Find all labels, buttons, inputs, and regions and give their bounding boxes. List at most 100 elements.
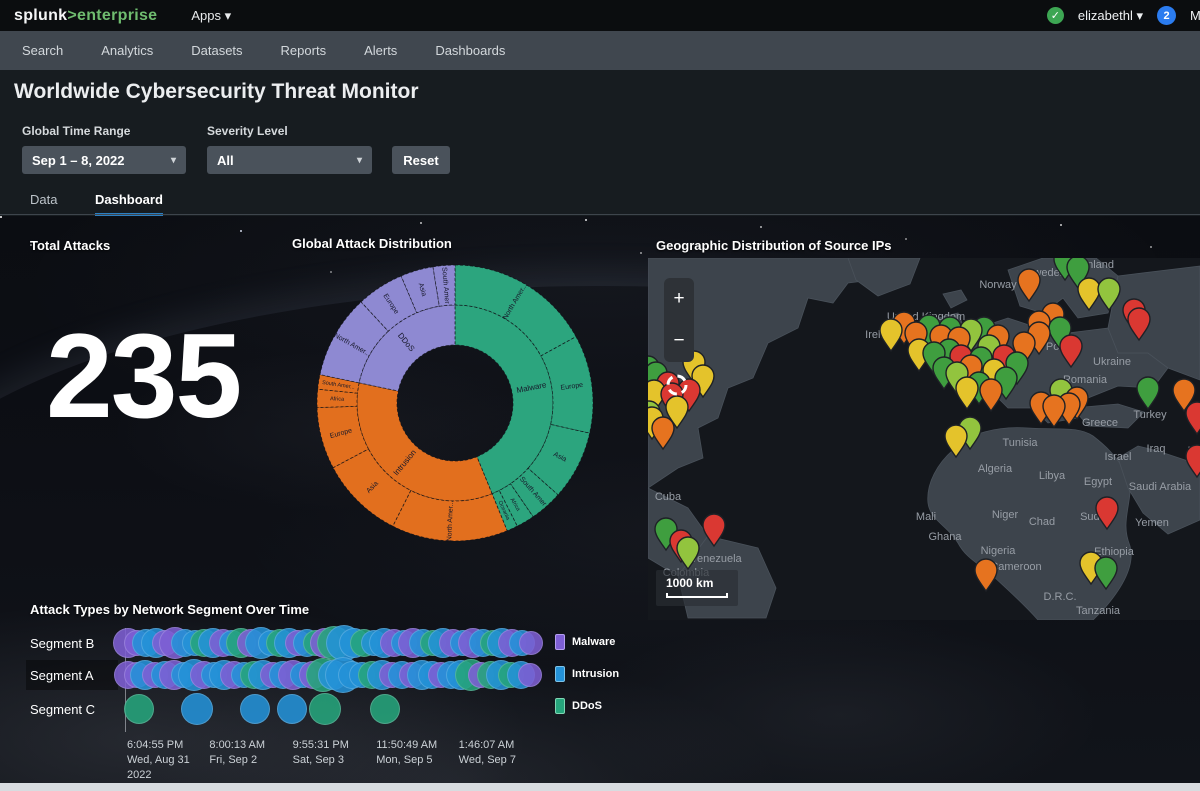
map-marker-red[interactable]: [1186, 445, 1200, 477]
x-tick-label: 11:50:49 AMMon, Sep 5: [376, 738, 462, 768]
sunburst-title: Global Attack Distribution: [292, 236, 452, 251]
punch-circle-intrusion[interactable]: [240, 694, 270, 724]
nav-item-analytics[interactable]: Analytics: [82, 43, 172, 58]
legend-label: Malware: [572, 636, 615, 648]
sunburst-label: Africa: [330, 396, 345, 402]
punch-circle-ddos[interactable]: [124, 694, 154, 724]
time-range-dropdown[interactable]: Sep 1 – 8, 2022 ▾: [22, 146, 186, 174]
world-map[interactable]: SwedenNorwayFinlandUnited KingdomIreland…: [648, 258, 1200, 620]
nav-item-dashboards[interactable]: Dashboards: [416, 43, 524, 58]
map-marker-yellow[interactable]: [880, 319, 902, 351]
bottom-strip: [0, 783, 1200, 791]
country-label: Algeria: [978, 463, 1013, 475]
chevron-down-icon: ▾: [171, 155, 176, 166]
punchcard-title: Attack Types by Network Segment Over Tim…: [30, 602, 309, 617]
legend-swatch: [555, 634, 565, 650]
nav-item-datasets[interactable]: Datasets: [172, 43, 261, 58]
map-marker-green[interactable]: [1095, 557, 1117, 589]
tabs-divider: [0, 214, 1200, 215]
punch-circle-intrusion[interactable]: [277, 694, 307, 724]
map-marker-green[interactable]: [1137, 377, 1159, 409]
country-label: Venezuela: [690, 553, 742, 565]
x-tick-label: 8:00:13 AMFri, Sep 2: [209, 738, 295, 768]
x-tick-label: 1:46:07 AMWed, Sep 7: [459, 738, 545, 768]
map-scale: 1000 km: [656, 570, 738, 606]
x-tick-label: 6:04:55 PMWed, Aug 312022: [127, 738, 213, 783]
notification-badge[interactable]: 2: [1157, 6, 1176, 25]
punch-circle-intrusion[interactable]: [181, 693, 213, 725]
severity-label: Severity Level: [207, 124, 288, 138]
legend-swatch: [555, 666, 565, 682]
punch-circle-ddos[interactable]: [309, 693, 341, 725]
legend-item-ddos[interactable]: DDoS: [555, 698, 619, 714]
country-label: Ghana: [928, 531, 962, 543]
punch-circle-malware[interactable]: [518, 663, 542, 687]
country-label: Tanzania: [1076, 605, 1121, 617]
chevron-down-icon: ▾: [357, 155, 362, 166]
country-label: Yemen: [1135, 517, 1169, 529]
country-label: Norway: [979, 279, 1017, 291]
map-marker-yellow[interactable]: [956, 377, 978, 409]
map-marker-yellow[interactable]: [945, 425, 967, 457]
country-label: Niger: [992, 509, 1019, 521]
map-marker-yellow[interactable]: [1078, 278, 1100, 310]
map-marker-orange[interactable]: [980, 379, 1002, 411]
top-bar: splunk>enterprise Apps ▾ ✓ elizabethl ▾ …: [0, 0, 1200, 31]
page-title: Worldwide Cybersecurity Threat Monitor: [14, 80, 419, 104]
map-marker-orange[interactable]: [652, 417, 674, 449]
country-label: Turkey: [1133, 409, 1167, 421]
sunburst-chart[interactable]: MalwareNorth Amer...EuropeAsiaSouth Amer…: [310, 258, 600, 548]
scale-bar: [666, 593, 728, 598]
starfield-decoration: [0, 216, 2, 218]
x-tick-label: 9:55:31 PMSat, Sep 3: [293, 738, 379, 768]
map-marker-lightgreen[interactable]: [1098, 278, 1120, 310]
country-label: Egypt: [1084, 476, 1112, 488]
map-marker-red[interactable]: [1128, 308, 1150, 340]
country-label: Tunisia: [1002, 437, 1038, 449]
map-panel: Geographic Distribution of Source IPs: [648, 232, 1200, 620]
apps-menu[interactable]: Apps ▾: [191, 8, 231, 24]
nav-item-alerts[interactable]: Alerts: [345, 43, 416, 58]
splunk-logo: splunk>enterprise: [14, 7, 157, 25]
country-label: Iraq: [1147, 443, 1166, 455]
country-label: Israel: [1105, 451, 1132, 463]
legend-item-intrusion[interactable]: Intrusion: [555, 666, 619, 682]
punch-circle-malware[interactable]: [519, 631, 543, 655]
map-markers-layer: SwedenNorwayFinlandUnited KingdomIreland…: [648, 258, 1200, 620]
map-title: Geographic Distribution of Source IPs: [656, 238, 891, 253]
map-marker-orange[interactable]: [1018, 269, 1040, 301]
map-marker-red[interactable]: [703, 514, 725, 546]
locate-button[interactable]: [662, 370, 696, 404]
legend-item-malware[interactable]: Malware: [555, 634, 619, 650]
chevron-down-icon: ▾: [1136, 8, 1143, 23]
map-marker-red[interactable]: [1096, 497, 1118, 529]
map-marker-red[interactable]: [1186, 402, 1200, 434]
view-tabs: DataDashboard: [0, 192, 1200, 215]
total-attacks-value: 235: [46, 316, 240, 436]
dashboard-canvas: Total Attacks 235 Global Attack Distribu…: [0, 216, 1200, 783]
country-label: Cameroon: [990, 561, 1041, 573]
messages-label-cut: M: [1190, 8, 1200, 23]
total-attacks-title: Total Attacks: [30, 238, 110, 253]
nav-item-search[interactable]: Search: [0, 43, 82, 58]
punch-circle-ddos[interactable]: [370, 694, 400, 724]
map-marker-red[interactable]: [1060, 335, 1082, 367]
legend-label: Intrusion: [572, 668, 619, 680]
map-marker-orange[interactable]: [1043, 395, 1065, 427]
chevron-down-icon: ▾: [225, 8, 232, 23]
tab-data[interactable]: Data: [30, 192, 57, 213]
country-label: Chad: [1029, 516, 1055, 528]
status-check-icon: ✓: [1047, 7, 1064, 24]
reset-button[interactable]: Reset: [392, 146, 450, 174]
map-marker-orange[interactable]: [975, 559, 997, 591]
punchcard-plot[interactable]: [125, 628, 537, 732]
crosshair-icon: [662, 370, 692, 400]
nav-item-reports[interactable]: Reports: [262, 43, 346, 58]
map-zoom-control: + −: [664, 278, 694, 362]
user-menu[interactable]: elizabethl ▾: [1078, 8, 1143, 24]
country-label: Cuba: [655, 491, 682, 503]
zoom-out-button[interactable]: −: [664, 320, 694, 362]
severity-dropdown[interactable]: All ▾: [207, 146, 372, 174]
zoom-in-button[interactable]: +: [664, 278, 694, 320]
scale-label: 1000 km: [666, 576, 728, 590]
